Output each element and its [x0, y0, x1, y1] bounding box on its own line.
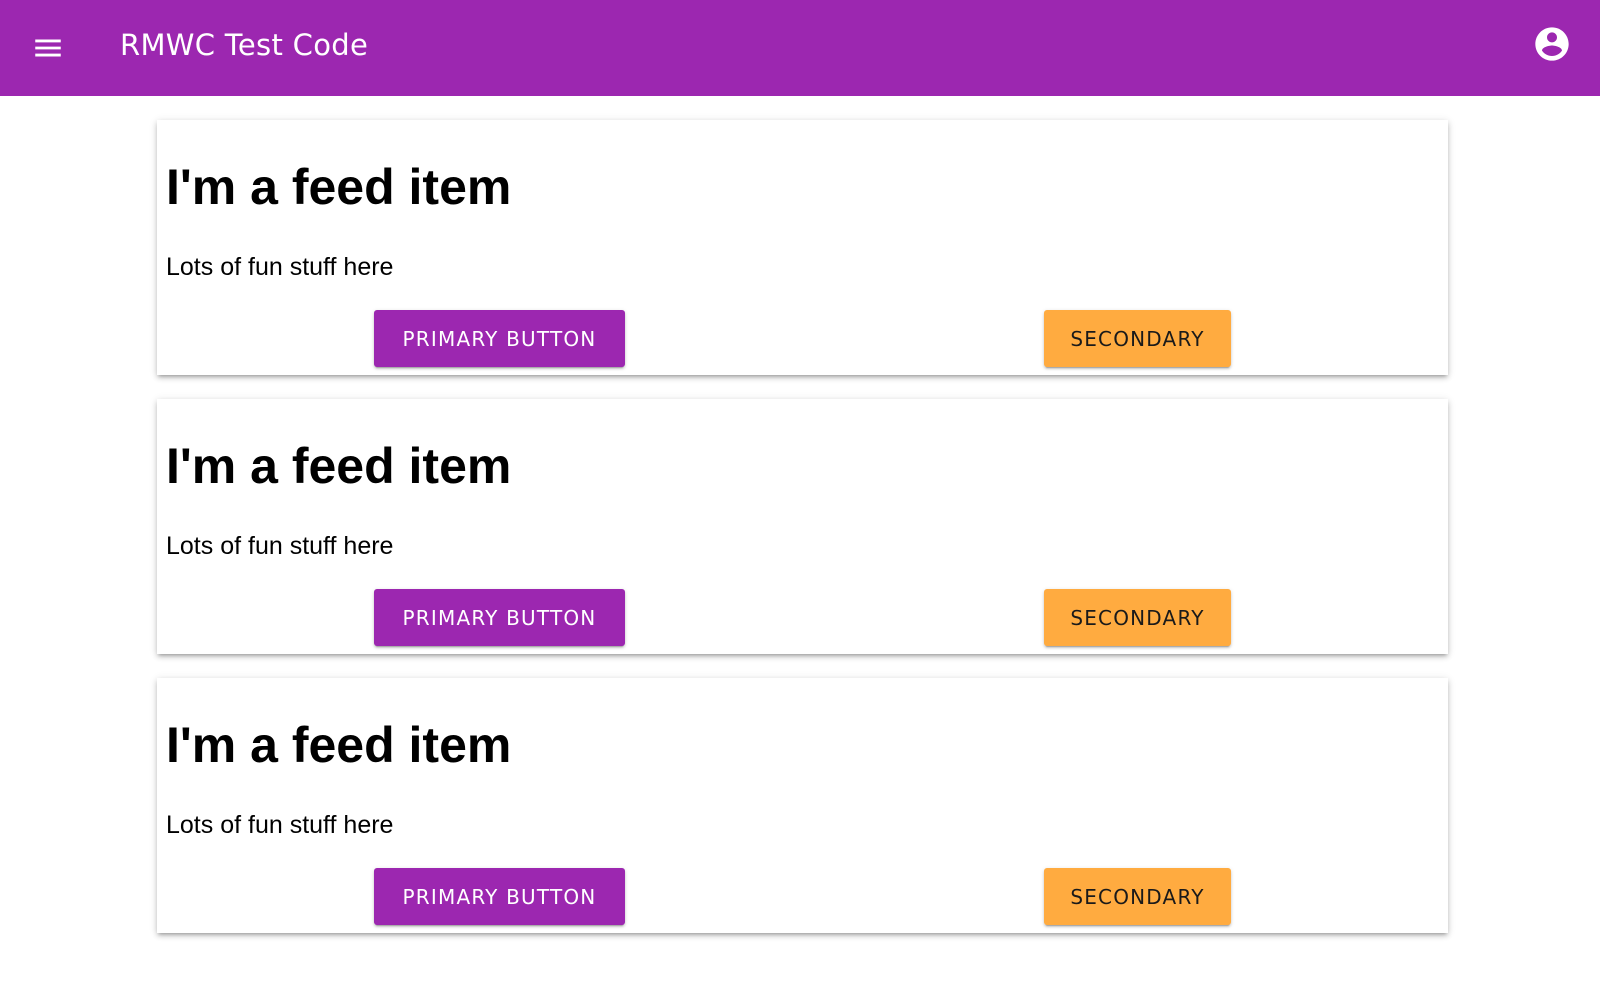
primary-button[interactable]: PRIMARY BUTTON	[374, 310, 625, 367]
feed-item-title: I'm a feed item	[166, 159, 512, 215]
account-button[interactable]	[1528, 20, 1576, 68]
secondary-button[interactable]: SECONDARY	[1044, 589, 1231, 646]
menu-button[interactable]	[24, 24, 72, 72]
primary-button[interactable]: PRIMARY BUTTON	[374, 868, 625, 925]
feed-card: I'm a feed item Lots of fun stuff here P…	[157, 399, 1448, 654]
feed-card: I'm a feed item Lots of fun stuff here P…	[157, 120, 1448, 375]
feed-item-title: I'm a feed item	[166, 438, 512, 494]
account-circle-icon	[1535, 27, 1569, 61]
secondary-button[interactable]: SECONDARY	[1044, 868, 1231, 925]
feed-item-body: Lots of fun stuff here	[166, 811, 394, 839]
menu-icon	[35, 39, 61, 57]
secondary-button[interactable]: SECONDARY	[1044, 310, 1231, 367]
feed-item-body: Lots of fun stuff here	[166, 253, 394, 281]
feed-item-body: Lots of fun stuff here	[166, 532, 394, 560]
top-app-bar: RMWC Test Code	[0, 0, 1600, 96]
feed-list: I'm a feed item Lots of fun stuff here P…	[157, 120, 1448, 957]
feed-item-title: I'm a feed item	[166, 717, 512, 773]
primary-button[interactable]: PRIMARY BUTTON	[374, 589, 625, 646]
feed-card: I'm a feed item Lots of fun stuff here P…	[157, 678, 1448, 933]
app-title: RMWC Test Code	[120, 28, 369, 62]
